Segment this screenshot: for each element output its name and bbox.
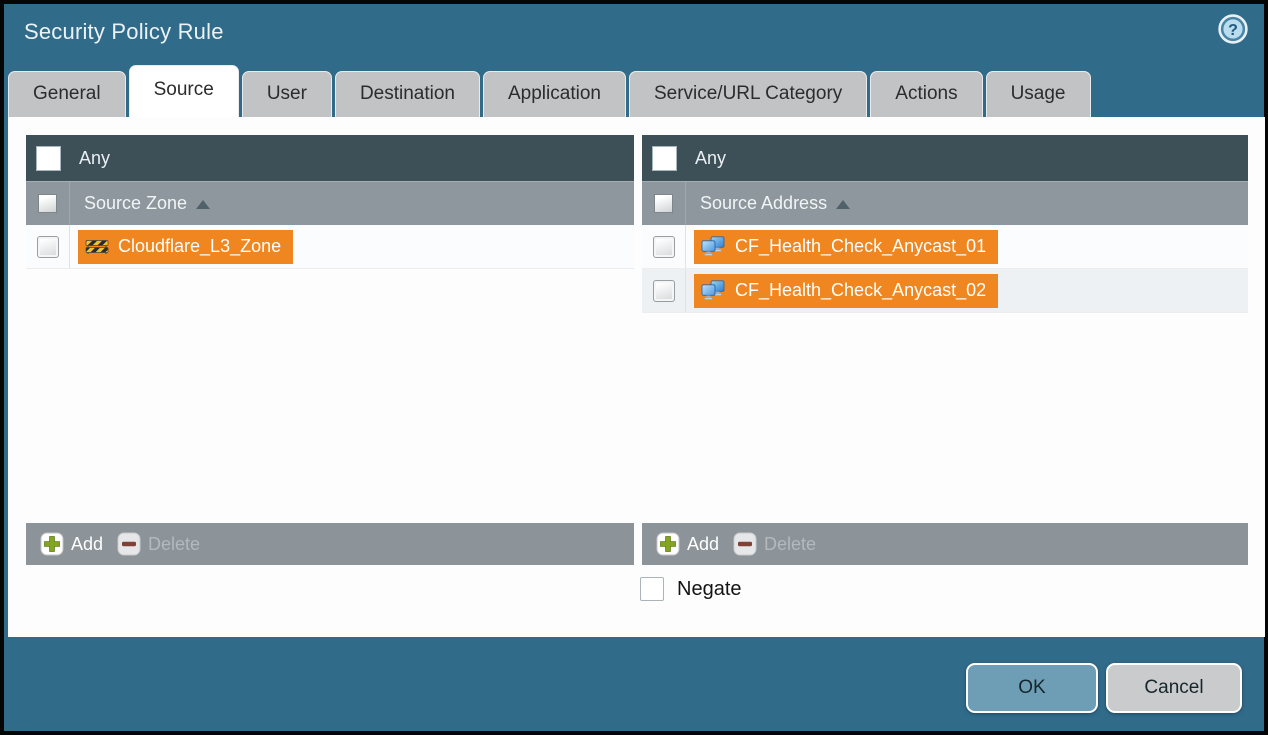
row-checkbox[interactable] bbox=[37, 236, 59, 258]
source-zone-column-title[interactable]: Source Zone bbox=[84, 193, 210, 214]
source-address-panel: Any Source Address bbox=[642, 135, 1248, 565]
svg-text:?: ? bbox=[1228, 22, 1238, 39]
add-label: Add bbox=[71, 534, 103, 555]
source-address-any-checkbox[interactable] bbox=[652, 146, 677, 171]
select-all-cell bbox=[26, 182, 70, 225]
source-zone-any-checkbox[interactable] bbox=[36, 146, 61, 171]
tab-bar: General Source User Destination Applicat… bbox=[8, 65, 1091, 117]
address-object-chip[interactable]: CF_Health_Check_Anycast_02 bbox=[694, 274, 998, 308]
tab-actions[interactable]: Actions bbox=[870, 71, 982, 117]
address-object-label: CF_Health_Check_Anycast_02 bbox=[735, 280, 986, 301]
source-zone-list: Cloudflare_L3_Zone bbox=[26, 225, 634, 523]
delete-button[interactable]: Delete bbox=[117, 532, 200, 556]
sort-ascending-icon bbox=[836, 200, 850, 209]
source-address-column-label: Source Address bbox=[700, 193, 827, 214]
address-icon bbox=[701, 280, 726, 301]
zone-object-chip[interactable]: Cloudflare_L3_Zone bbox=[78, 230, 293, 264]
table-row[interactable]: Cloudflare_L3_Zone bbox=[26, 225, 634, 269]
sort-ascending-icon bbox=[196, 200, 210, 209]
source-address-any-row: Any bbox=[642, 135, 1248, 181]
source-address-select-all-checkbox[interactable] bbox=[654, 194, 673, 213]
row-checkbox-cell bbox=[26, 225, 70, 268]
source-tab-content: Any Source Zone bbox=[8, 117, 1265, 637]
address-object-label: CF_Health_Check_Anycast_01 bbox=[735, 236, 986, 257]
negate-checkbox[interactable] bbox=[640, 577, 664, 601]
source-address-footer: Add Delete bbox=[642, 523, 1248, 565]
row-checkbox-cell bbox=[642, 269, 686, 312]
source-zone-panel: Any Source Zone bbox=[26, 135, 634, 565]
add-button[interactable]: Add bbox=[40, 532, 103, 556]
source-zone-column-label: Source Zone bbox=[84, 193, 187, 214]
page-title: Security Policy Rule bbox=[24, 19, 224, 45]
add-button[interactable]: Add bbox=[656, 532, 719, 556]
source-address-any-label: Any bbox=[695, 148, 726, 169]
tab-destination[interactable]: Destination bbox=[335, 71, 480, 117]
source-zone-any-label: Any bbox=[79, 148, 110, 169]
help-icon[interactable]: ? bbox=[1218, 14, 1248, 44]
tab-general[interactable]: General bbox=[8, 71, 126, 117]
ok-button[interactable]: OK bbox=[966, 663, 1098, 713]
source-zone-any-row: Any bbox=[26, 135, 634, 181]
address-object-chip[interactable]: CF_Health_Check_Anycast_01 bbox=[694, 230, 998, 264]
tab-user[interactable]: User bbox=[242, 71, 332, 117]
delete-button[interactable]: Delete bbox=[733, 532, 816, 556]
source-address-column-header: Source Address bbox=[642, 181, 1248, 225]
tab-application[interactable]: Application bbox=[483, 71, 626, 117]
minus-icon bbox=[733, 532, 757, 556]
delete-label: Delete bbox=[764, 534, 816, 555]
security-policy-rule-dialog: Security Policy Rule ? General Source Us… bbox=[0, 0, 1268, 735]
table-row[interactable]: CF_Health_Check_Anycast_02 bbox=[642, 269, 1248, 313]
delete-label: Delete bbox=[148, 534, 200, 555]
zone-icon bbox=[85, 238, 109, 256]
row-checkbox-cell bbox=[642, 225, 686, 268]
plus-icon bbox=[656, 532, 680, 556]
source-zone-column-header: Source Zone bbox=[26, 181, 634, 225]
source-address-list: CF_Health_Check_Anycast_01 bbox=[642, 225, 1248, 523]
source-address-column-title[interactable]: Source Address bbox=[700, 193, 850, 214]
negate-control: Negate bbox=[640, 577, 742, 601]
tab-service-url-category[interactable]: Service/URL Category bbox=[629, 71, 867, 117]
source-zone-select-all-checkbox[interactable] bbox=[38, 194, 57, 213]
plus-icon bbox=[40, 532, 64, 556]
zone-object-label: Cloudflare_L3_Zone bbox=[118, 236, 281, 257]
add-label: Add bbox=[687, 534, 719, 555]
tab-source[interactable]: Source bbox=[129, 65, 239, 117]
source-zone-footer: Add Delete bbox=[26, 523, 634, 565]
address-icon bbox=[701, 236, 726, 257]
table-row[interactable]: CF_Health_Check_Anycast_01 bbox=[642, 225, 1248, 269]
tab-usage[interactable]: Usage bbox=[986, 71, 1091, 117]
row-checkbox[interactable] bbox=[653, 280, 675, 302]
cancel-button[interactable]: Cancel bbox=[1106, 663, 1242, 713]
dialog-surface: Security Policy Rule ? General Source Us… bbox=[4, 4, 1264, 731]
select-all-cell bbox=[642, 182, 686, 225]
row-checkbox[interactable] bbox=[653, 236, 675, 258]
minus-icon bbox=[117, 532, 141, 556]
negate-label: Negate bbox=[677, 578, 742, 601]
